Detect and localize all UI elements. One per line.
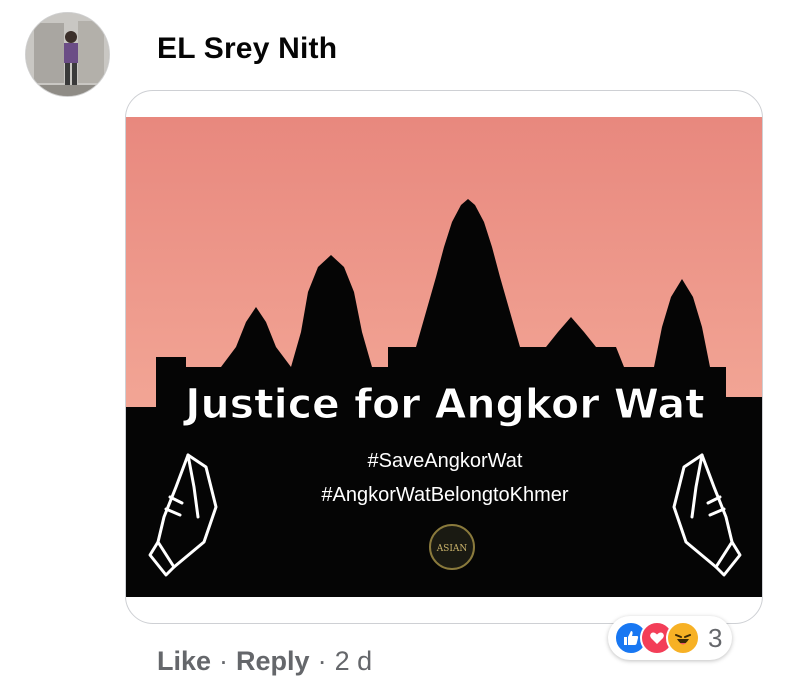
reply-button[interactable]: Reply [236, 646, 310, 677]
separator: · [219, 646, 229, 676]
comment-author[interactable]: EL Srey Nith [157, 32, 337, 66]
poster-hashtag-2: #AngkorWatBelongtoKhmer [321, 484, 569, 506]
haha-icon [666, 621, 700, 655]
comment-attachment[interactable]: Justice for Angkor Wat #SaveAngkorWat #A… [125, 90, 763, 624]
badge-label: ASIAN [436, 544, 468, 554]
like-button[interactable]: Like [157, 646, 211, 677]
poster-hashtag-1: #SaveAngkorWat [368, 450, 523, 472]
asian-badge: ASIAN [429, 524, 475, 570]
reaction-summary[interactable]: 3 [608, 616, 733, 660]
angkor-wat-poster: Justice for Angkor Wat #SaveAngkorWat #A… [126, 117, 762, 597]
avatar[interactable] [25, 12, 110, 97]
comment-timestamp[interactable]: 2 d [335, 646, 373, 677]
profile-photo-icon [26, 13, 109, 96]
poster-headline: Justice for Angkor Wat [182, 380, 705, 428]
attachment-image: Justice for Angkor Wat #SaveAngkorWat #A… [126, 117, 762, 597]
reaction-count: 3 [708, 622, 723, 653]
comment-actions: Like · Reply · 2 d [157, 646, 372, 677]
separator: · [317, 646, 327, 676]
reaction-icons [614, 621, 700, 655]
